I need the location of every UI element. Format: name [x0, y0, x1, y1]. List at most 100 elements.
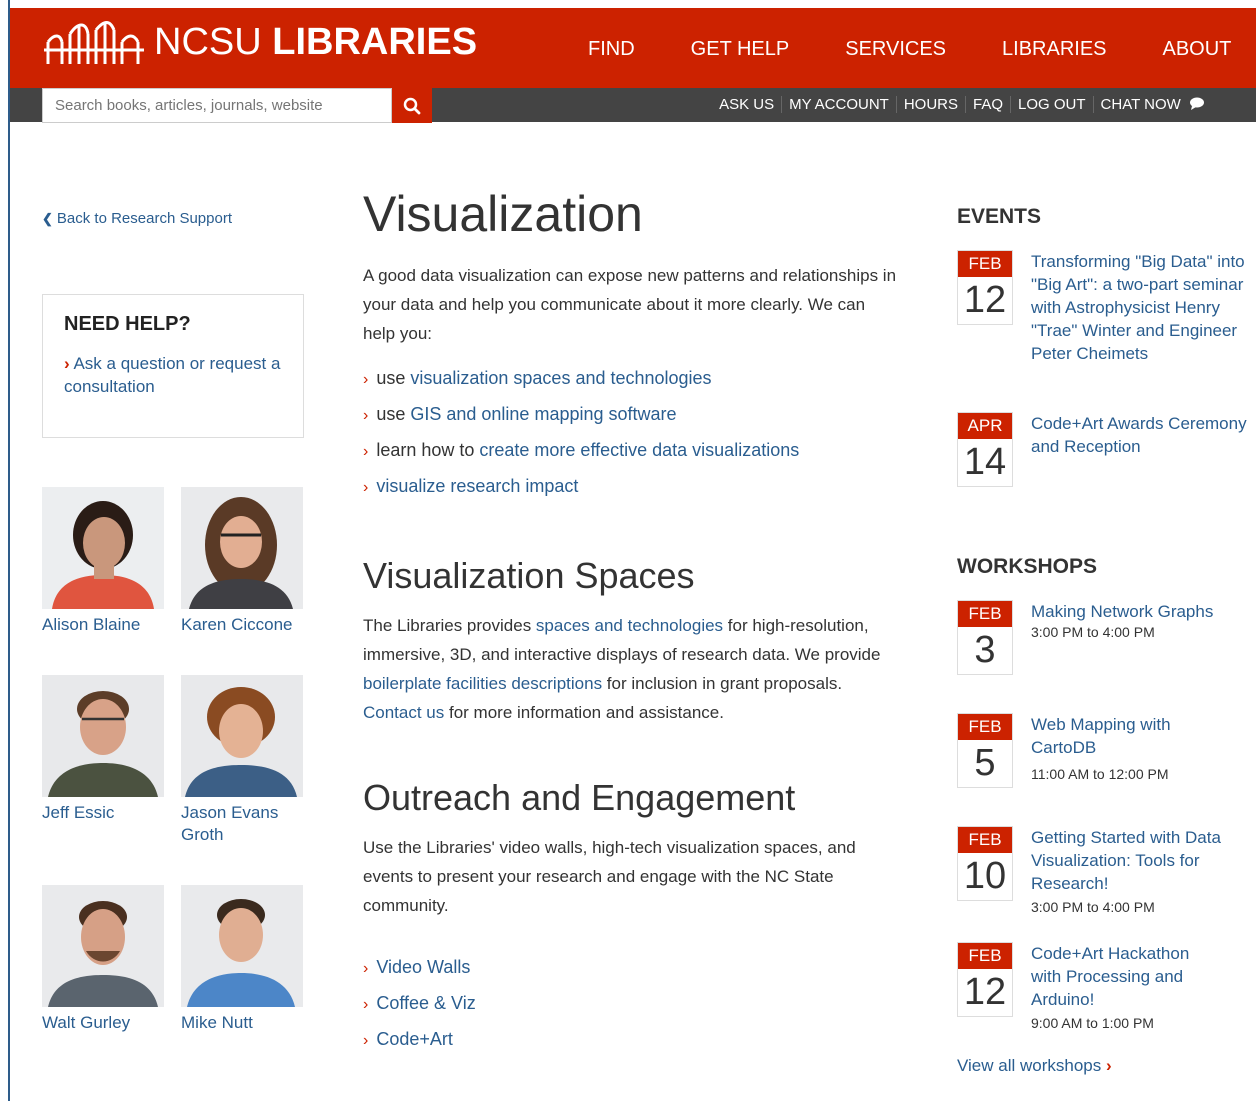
chevron-right-icon: ›: [363, 479, 369, 496]
nav-find[interactable]: FIND: [588, 38, 635, 61]
list-item: › Code+Art: [363, 1022, 903, 1058]
spaces-text-3: for inclusion in grant proposals.: [602, 674, 843, 693]
date-month: FEB: [958, 251, 1012, 277]
nav-services[interactable]: SERVICES: [845, 38, 946, 61]
staff-card[interactable]: Jeff Essic: [42, 675, 164, 824]
site-logo[interactable]: NCSU LIBRARIES: [44, 20, 477, 64]
chevron-right-icon: ›: [363, 443, 369, 460]
date-month: FEB: [958, 714, 1012, 740]
staff-card[interactable]: Karen Ciccone: [181, 487, 303, 636]
logo-name-light: NCSU: [154, 20, 262, 63]
date-month: APR: [958, 413, 1012, 439]
staff-card[interactable]: Walt Gurley: [42, 885, 164, 1034]
workshop-item[interactable]: FEB 10 Getting Started with Data Visualiz…: [957, 826, 1247, 926]
logo-name-bold: LIBRARIES: [272, 20, 478, 63]
utility-bar: ASK US MY ACCOUNT HOURS FAQ LOG OUT CHAT…: [10, 88, 1256, 123]
chat-now-label: CHAT NOW: [1100, 96, 1181, 113]
main-content: Visualization A good data visualization …: [363, 185, 903, 1058]
staff-name: Walt Gurley: [42, 1013, 131, 1032]
search-input[interactable]: [42, 88, 392, 123]
event-title: Transforming "Big Data" into "Big Art": …: [1031, 252, 1245, 363]
outreach-paragraph: Use the Libraries' video walls, high-tec…: [363, 838, 856, 915]
research-impact-link[interactable]: visualize research impact: [376, 476, 578, 496]
view-all-workshops-link[interactable]: View all workshops ›: [957, 1056, 1112, 1076]
staff-name: Jeff Essic: [42, 803, 115, 822]
util-log-out[interactable]: LOG OUT: [1010, 96, 1093, 113]
chevron-right-icon: ›: [363, 996, 369, 1013]
chevron-right-icon: ›: [363, 371, 369, 388]
search-button[interactable]: [392, 88, 432, 123]
outreach-heading: Outreach and Engagement: [363, 777, 796, 818]
workshop-title: Code+Art Hackathon with Processing and A…: [1031, 944, 1190, 1009]
workshop-item[interactable]: FEB 3 Making Network Graphs 3:00 PM to 4:…: [957, 600, 1247, 690]
date-day: 12: [963, 279, 1007, 321]
util-hours[interactable]: HOURS: [895, 96, 965, 113]
staff-photo: [42, 487, 164, 609]
workshop-item[interactable]: FEB 12 Code+Art Hackathon with Processing…: [957, 942, 1247, 1042]
staff-card[interactable]: Alison Blaine: [42, 487, 164, 636]
events-heading: EVENTS: [957, 205, 1042, 228]
nav-get-help[interactable]: GET HELP: [691, 38, 790, 61]
event-item[interactable]: FEB 12 Transforming "Big Data" into "Big …: [957, 250, 1247, 400]
coffee-viz-link[interactable]: Coffee & Viz: [376, 993, 475, 1013]
view-all-label: View all workshops: [957, 1056, 1102, 1075]
list-item: › Coffee & Viz: [363, 986, 903, 1022]
staff-photo: [181, 675, 303, 797]
gis-mapping-link[interactable]: GIS and online mapping software: [410, 404, 676, 424]
workshop-title: Making Network Graphs: [1031, 602, 1214, 621]
outreach-list: › Video Walls › Coffee & Viz › Code+Art: [363, 950, 903, 1058]
util-my-account[interactable]: MY ACCOUNT: [781, 96, 896, 113]
workshop-title: Getting Started with Data Visualization:…: [1031, 828, 1221, 893]
date-month: FEB: [958, 827, 1012, 853]
intro-paragraph: A good data visualization can expose new…: [363, 266, 897, 343]
staff-card[interactable]: Mike Nutt: [181, 885, 303, 1034]
contact-us-link[interactable]: Contact us: [363, 703, 444, 722]
nav-about[interactable]: ABOUT: [1163, 38, 1232, 61]
visualization-spaces-link[interactable]: visualization spaces and technologies: [410, 368, 711, 388]
util-ask-us[interactable]: ASK US: [712, 96, 781, 113]
chevron-right-icon: ›: [363, 1032, 369, 1049]
chevron-right-icon: ›: [363, 407, 369, 424]
chevron-right-icon: ›: [1106, 1056, 1112, 1075]
date-badge: FEB 12: [957, 250, 1013, 325]
main-nav: FIND GET HELP SERVICES LIBRARIES ABOUT: [588, 38, 1256, 61]
boilerplate-link[interactable]: boilerplate facilities descriptions: [363, 674, 602, 693]
video-walls-link[interactable]: Video Walls: [376, 957, 470, 977]
spaces-heading: Visualization Spaces: [363, 555, 695, 596]
libraries-logo-icon: [44, 21, 144, 64]
staff-photo: [42, 885, 164, 1007]
back-link-label: Back to Research Support: [56, 210, 232, 227]
list-item: › use visualization spaces and technologi…: [363, 361, 903, 397]
workshops-heading: WORKSHOPS: [957, 555, 1098, 578]
site-header: NCSU LIBRARIES FIND GET HELP SERVICES LI…: [10, 8, 1256, 88]
code-art-link[interactable]: Code+Art: [376, 1029, 453, 1049]
staff-name: Mike Nutt: [181, 1013, 253, 1032]
util-chat-now[interactable]: CHAT NOW: [1092, 96, 1212, 113]
chat-bubble-icon: [1190, 97, 1204, 110]
date-badge: FEB 3: [957, 600, 1013, 675]
staff-photo: [42, 675, 164, 797]
spaces-technologies-link[interactable]: spaces and technologies: [536, 616, 723, 635]
date-badge: APR 14: [957, 412, 1013, 487]
workshop-time: 9:00 AM to 1:00 PM: [1031, 1015, 1154, 1031]
date-month: FEB: [958, 943, 1012, 969]
list-item: › learn how to create more effective data…: [363, 433, 903, 469]
page-title: Visualization: [363, 186, 643, 242]
spaces-text-4: for more information and assistance.: [444, 703, 724, 722]
back-to-research-support-link[interactable]: ❮ Back to Research Support: [42, 210, 304, 227]
date-badge: FEB 12: [957, 942, 1013, 1017]
date-day: 12: [963, 971, 1007, 1013]
staff-card[interactable]: Jason Evans Groth: [181, 675, 303, 846]
need-help-title: NEED HELP?: [64, 313, 191, 335]
list-item-prefix: learn how to: [376, 440, 480, 460]
ask-question-link[interactable]: › Ask a question or request a consultati…: [64, 352, 282, 398]
workshop-item[interactable]: FEB 5 Web Mapping with CartoDB 11:00 AM t…: [957, 713, 1247, 803]
event-item[interactable]: APR 14 Code+Art Awards Ceremony and Recep…: [957, 412, 1247, 502]
nav-libraries[interactable]: LIBRARIES: [1002, 38, 1106, 61]
left-sidebar: ❮ Back to Research Support NEED HELP? › …: [42, 210, 304, 438]
workshop-time: 11:00 AM to 12:00 PM: [1031, 766, 1169, 782]
list-item: › Video Walls: [363, 950, 903, 986]
effective-visualizations-link[interactable]: create more effective data visualization…: [479, 440, 799, 460]
list-item-prefix: use: [376, 368, 411, 388]
util-faq[interactable]: FAQ: [965, 96, 1010, 113]
